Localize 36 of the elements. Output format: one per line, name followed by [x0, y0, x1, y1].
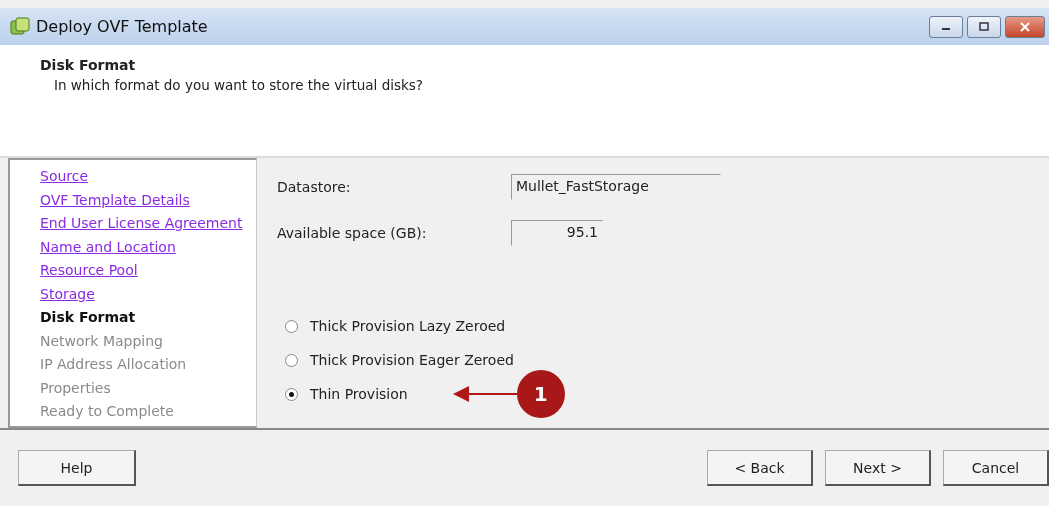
step-link[interactable]: Name and Location: [40, 236, 176, 257]
radio-button[interactable]: [285, 353, 298, 367]
radio-button[interactable]: [285, 387, 298, 401]
pending-step: Properties: [40, 377, 256, 398]
step-link[interactable]: Resource Pool: [40, 260, 138, 280]
minimize-button[interactable]: [929, 15, 963, 38]
app-icon: [10, 16, 30, 37]
pending-step: Ready to Complete: [40, 401, 256, 421]
close-icon: [1019, 21, 1031, 32]
field-label: Available space (GB):: [277, 225, 428, 241]
help-button[interactable]: Help: [18, 450, 136, 486]
pointer-arrow: [452, 385, 517, 403]
close-button[interactable]: [1005, 15, 1045, 38]
radio-button[interactable]: [285, 319, 298, 333]
callout-number-badge: 1: [516, 370, 565, 418]
step-link[interactable]: OVF Template Details: [40, 189, 190, 210]
format-radio-option[interactable]: Thick Provision Lazy Zeroed: [277, 318, 506, 334]
format-radio-option[interactable]: Thin Provision: [277, 386, 408, 402]
page-title: Disk Format: [40, 57, 137, 73]
readonly-field: Mullet_FastStorage: [511, 174, 721, 200]
maximize-button[interactable]: [967, 15, 1001, 38]
page-subtitle: In which format do you want to store the virtual disks?: [53, 77, 424, 93]
cancel-button[interactable]: Cancel: [943, 450, 1049, 486]
pending-step: Network Mapping: [40, 330, 256, 351]
pending-step: IP Address Allocation: [40, 354, 256, 374]
step-link[interactable]: End User License Agreement: [40, 213, 243, 233]
maximize-icon: [978, 21, 990, 32]
current-step: Disk Format: [40, 307, 256, 327]
readonly-field: 95.1: [511, 220, 603, 246]
step-link[interactable]: Storage: [40, 283, 95, 304]
back-button[interactable]: < Back: [707, 450, 813, 486]
step-link[interactable]: Source: [40, 166, 89, 186]
format-radio-option[interactable]: Thick Provision Eager Zeroed: [277, 352, 514, 368]
window-title: Deploy OVF Template: [36, 17, 208, 36]
field-label: Datastore:: [277, 179, 352, 195]
next-button[interactable]: Next >: [825, 450, 931, 486]
